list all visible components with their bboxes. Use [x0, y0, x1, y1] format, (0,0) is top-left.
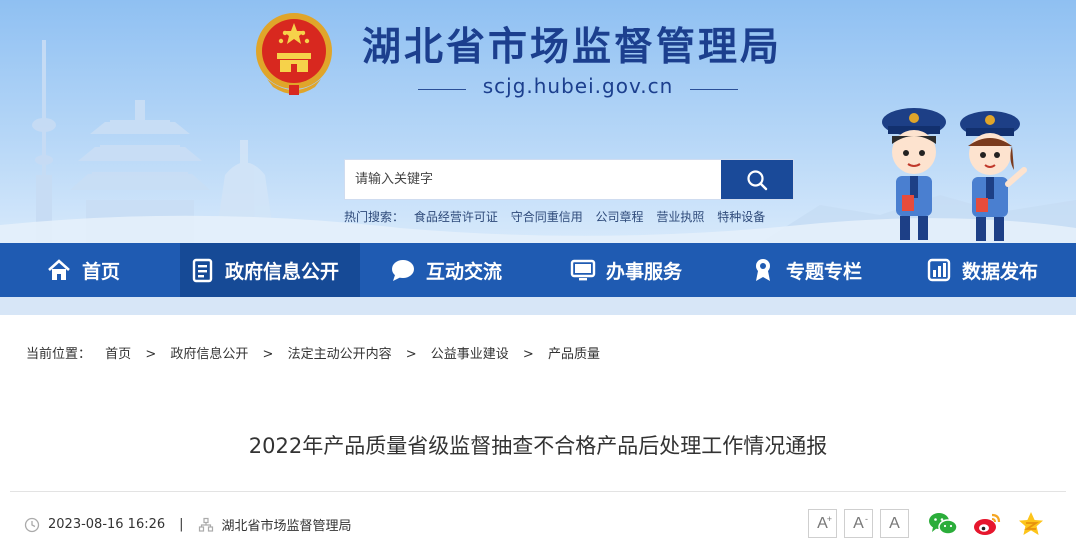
breadcrumb-link[interactable]: 政府信息公开 — [170, 347, 248, 362]
font-decrease-mark: - — [865, 514, 868, 524]
nav-item-home[interactable]: 首页 — [0, 243, 180, 297]
font-reset-label: A — [889, 514, 900, 532]
share-weibo-button[interactable] — [972, 509, 1002, 539]
document-icon — [189, 257, 215, 283]
breadcrumb-label: 当前位置： — [26, 347, 92, 362]
search-box — [344, 159, 794, 200]
qzone-icon — [1019, 512, 1043, 535]
nav-item-topics[interactable]: 专题专栏 — [720, 243, 900, 297]
nav-item-data[interactable]: 数据发布 — [900, 243, 1076, 297]
url-line-right — [690, 89, 738, 90]
nav-item-label: 专题专栏 — [786, 260, 863, 283]
hot-search-link[interactable]: 特种设备 — [717, 210, 765, 224]
font-increase-mark: + — [826, 514, 832, 524]
search-button[interactable] — [721, 160, 793, 199]
nav-item-label: 办事服务 — [606, 260, 683, 283]
site-url-group: scjg.hubei.gov.cn — [418, 74, 738, 104]
breadcrumb-separator: > — [522, 347, 534, 362]
hot-search-link[interactable]: 食品经营许可证 — [414, 210, 498, 224]
organization-icon — [198, 517, 214, 533]
breadcrumb-link[interactable]: 法定主动公开内容 — [288, 347, 392, 362]
share-buttons — [928, 509, 1060, 539]
site-url: scjg.hubei.gov.cn — [482, 74, 674, 98]
breadcrumb-link[interactable]: 产品质量 — [548, 347, 600, 362]
breadcrumb-separator: > — [145, 347, 157, 362]
share-qzone-button[interactable] — [1016, 509, 1046, 539]
breadcrumb-separator: > — [262, 347, 274, 362]
article-meta: 2023-08-16 16:26 | 湖北省市场监督管理局 — [24, 515, 352, 534]
nav-shadow-strip — [0, 297, 1076, 315]
monitor-icon — [570, 257, 596, 283]
mascot-illustration — [882, 108, 1027, 241]
national-emblem-icon — [256, 13, 332, 95]
article-title: 2022年产品质量省级监督抽查不合格产品后处理工作情况通报 — [248, 434, 828, 458]
divider — [10, 491, 1066, 492]
chat-icon — [390, 257, 416, 283]
hot-search-link[interactable]: 营业执照 — [656, 210, 704, 224]
hot-search: 热门搜索： 食品经营许可证 守合同重信用 公司章程 营业执照 特种设备 — [344, 208, 774, 225]
nav-item-services[interactable]: 办事服务 — [540, 243, 720, 297]
wechat-icon — [929, 513, 958, 535]
nav-item-gov-info[interactable]: 政府信息公开 — [180, 243, 360, 297]
main-nav: 首页 政府信息公开 互动交流 办事服务 专题专栏 数据发布 — [0, 243, 1076, 297]
site-title: 湖北省市场监督管理局 — [362, 25, 783, 70]
nav-item-label: 数据发布 — [962, 260, 1039, 283]
search-icon — [747, 169, 768, 190]
hot-search-link[interactable]: 公司章程 — [596, 210, 644, 224]
ribbon-icon — [750, 257, 776, 283]
chart-icon — [926, 257, 952, 283]
nav-item-interaction[interactable]: 互动交流 — [360, 243, 540, 297]
font-increase-button[interactable]: A + — [808, 509, 837, 538]
weibo-icon — [974, 513, 1001, 535]
breadcrumb-link[interactable]: 首页 — [105, 347, 131, 362]
publish-date: 2023-08-16 16:26 — [48, 517, 166, 532]
font-reset-button[interactable]: A — [880, 509, 909, 538]
nav-item-label: 首页 — [82, 260, 121, 283]
share-wechat-button[interactable] — [928, 509, 958, 539]
search-input[interactable] — [345, 160, 723, 199]
nav-item-label: 互动交流 — [426, 260, 503, 283]
font-decrease-button[interactable]: A- — [844, 509, 873, 538]
hot-search-link[interactable]: 守合同重信用 — [511, 210, 583, 224]
nav-item-label: 政府信息公开 — [225, 260, 340, 283]
clock-icon — [24, 517, 40, 533]
header-banner: 湖北省市场监督管理局 scjg.hubei.gov.cn 热门搜索： 食品经营许… — [0, 0, 1076, 243]
article-source: 湖北省市场监督管理局 — [221, 519, 352, 534]
font-decrease-label: A — [853, 514, 864, 532]
meta-separator: | — [179, 517, 184, 532]
font-size-controls: A + A- A — [808, 509, 916, 538]
hot-search-label: 热门搜索： — [344, 210, 405, 224]
breadcrumb-link[interactable]: 公益事业建设 — [431, 347, 509, 362]
home-icon — [46, 257, 72, 283]
breadcrumb: 当前位置： 首页 > 政府信息公开 > 法定主动公开内容 > 公益事业建设 > … — [26, 343, 600, 362]
breadcrumb-separator: > — [405, 347, 417, 362]
